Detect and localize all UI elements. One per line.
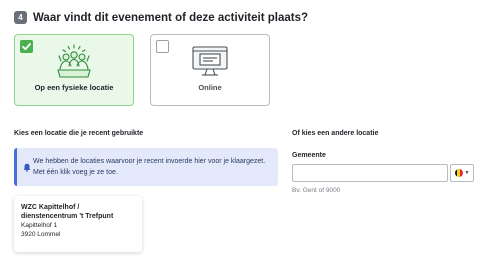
info-text-line2: Met één klik voeg je ze toe. (33, 169, 118, 176)
location-name: WZC Kapittelhof / (21, 204, 80, 211)
choice-online[interactable]: Online (150, 34, 270, 106)
monitor-icon (192, 46, 228, 76)
choice-online-label: Online (198, 83, 222, 92)
bell-icon (23, 163, 31, 172)
gemeente-hint: Bv. Gent of 9000 (292, 187, 341, 194)
people-group-icon (57, 44, 91, 78)
location-city: 3920 Lommel (21, 231, 61, 238)
step-header: 4 Waar vindt dit evenement of deze activ… (14, 11, 308, 24)
gemeente-label: Gemeente (292, 152, 326, 159)
step-title: Waar vindt dit evenement of deze activit… (33, 11, 309, 24)
other-location-heading: Of kies een andere locatie (292, 130, 379, 137)
choice-physical-location[interactable]: Op een fysieke locatie (14, 34, 134, 106)
belgium-flag-icon (454, 169, 463, 177)
step-number-badge: 4 (14, 11, 27, 24)
recent-locations-heading: Kies een locatie die je recent gebruikte (14, 130, 144, 137)
country-select[interactable]: ▼ (450, 164, 474, 182)
recent-location-card[interactable]: WZC Kapittelhof / dienstencentrum 't Tre… (14, 196, 142, 252)
location-name-line2: dienstencentrum 't Trefpunt (21, 213, 114, 220)
checkbox-unchecked-icon[interactable] (156, 40, 169, 53)
gemeente-input[interactable] (292, 164, 448, 182)
choice-physical-label: Op een fysieke locatie (34, 83, 114, 92)
recent-info-box: We hebben de locaties waarvoor je recent… (14, 148, 278, 186)
checkbox-checked-icon[interactable] (20, 40, 33, 53)
chevron-down-icon: ▼ (464, 169, 470, 176)
location-street: Kapittelhof 1 (21, 222, 58, 229)
info-text-line1: We hebben de locaties waarvoor je recent… (33, 158, 266, 165)
